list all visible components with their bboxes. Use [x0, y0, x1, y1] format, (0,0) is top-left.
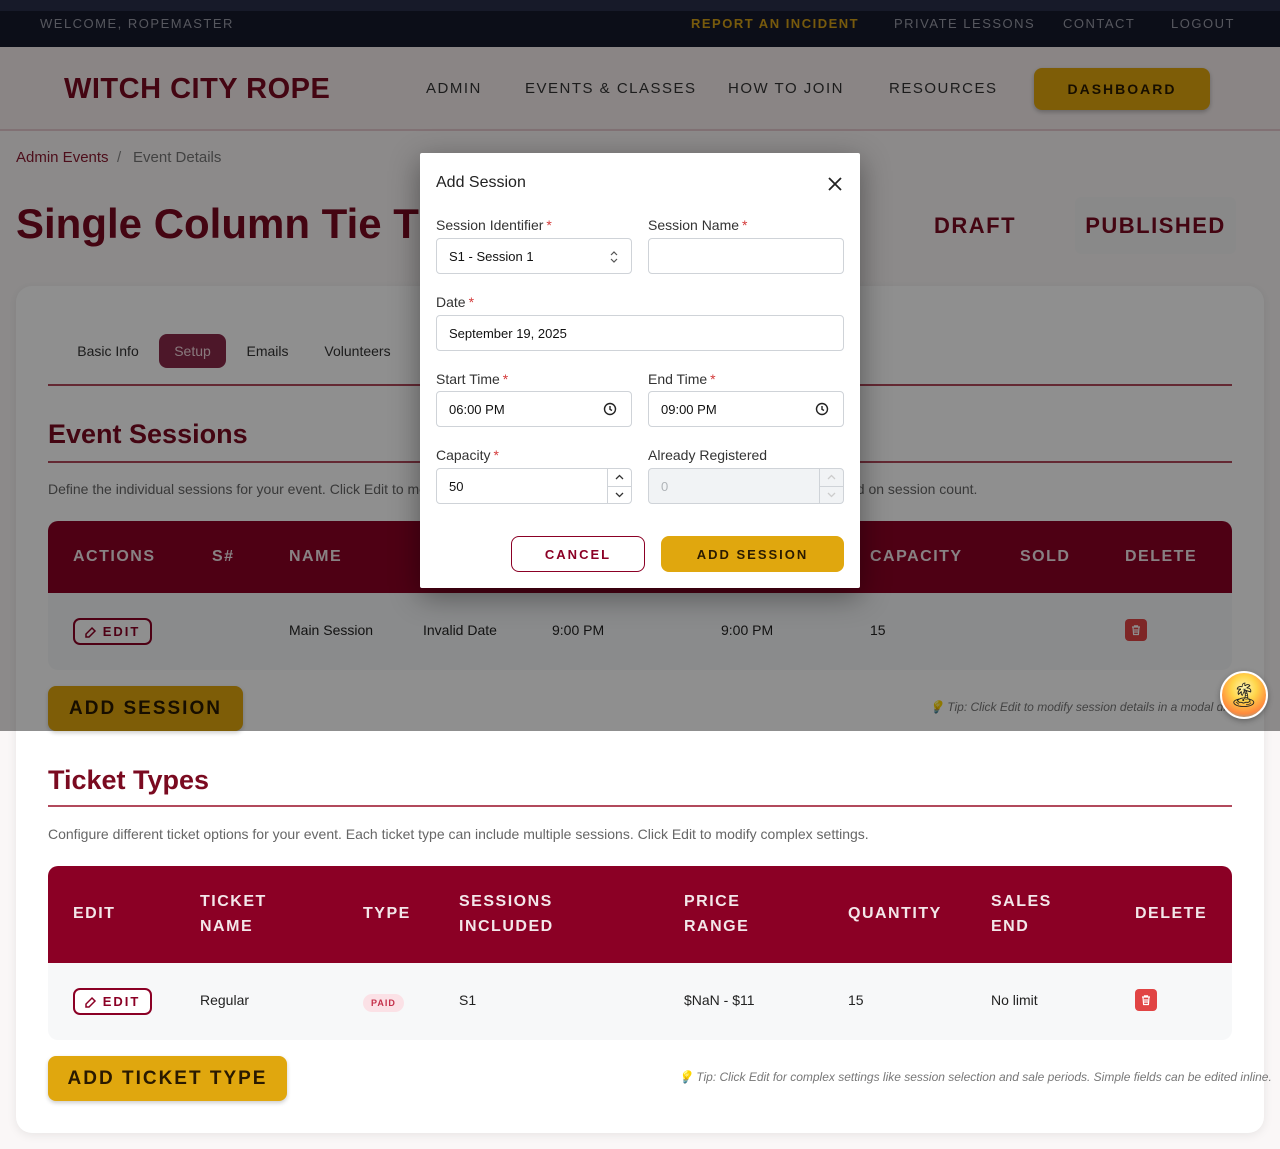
- increment-icon: [820, 469, 843, 486]
- island-avatar-icon[interactable]: 🏝: [1220, 671, 1268, 719]
- decrement-icon: [820, 485, 843, 504]
- col-edit: EDIT: [73, 905, 116, 922]
- clock-icon[interactable]: [603, 402, 617, 416]
- already-registered-spinner: [819, 469, 843, 503]
- end-time-label: End Time *: [648, 371, 716, 387]
- edit-ticket-button[interactable]: EDIT: [73, 988, 152, 1015]
- ticket-sales-end: No limit: [991, 992, 1038, 1008]
- tickets-table-header: EDIT TICKET NAME TYPE SESSIONS INCLUDED …: [48, 866, 1232, 963]
- start-time-input[interactable]: 06:00 PM: [436, 391, 632, 427]
- delete-ticket-button[interactable]: [1135, 989, 1157, 1011]
- ticket-quantity: 15: [848, 992, 864, 1008]
- session-identifier-value: S1 - Session 1: [449, 248, 534, 264]
- chevron-updown-icon: [610, 251, 618, 263]
- ticket-types-divider: [48, 805, 1232, 807]
- already-registered-label: Already Registered: [648, 447, 768, 463]
- session-identifier-select[interactable]: S1 - Session 1: [436, 238, 632, 274]
- capacity-stepper[interactable]: 50: [436, 468, 632, 504]
- add-session-submit-button[interactable]: ADD SESSION: [661, 536, 844, 572]
- edit-label: EDIT: [102, 994, 141, 1009]
- tickets-tip: 💡 Tip: Click Edit for complex settings l…: [678, 1070, 1272, 1084]
- date-input[interactable]: September 19, 2025: [436, 315, 844, 351]
- col-sales-end-2: END: [991, 918, 1030, 935]
- close-modal-button[interactable]: [824, 173, 846, 195]
- trash-icon: [1142, 995, 1150, 1006]
- table-row: EDIT Regular PAID S1 $NaN - $11 15 No li…: [48, 963, 1232, 1040]
- col-ticket-name-1: TICKET: [200, 893, 267, 910]
- increment-icon[interactable]: [608, 469, 631, 486]
- cancel-button[interactable]: CANCEL: [511, 536, 645, 572]
- clock-icon[interactable]: [815, 402, 829, 416]
- ticket-types-description: Configure different ticket options for y…: [48, 826, 869, 842]
- col-type: TYPE: [363, 905, 411, 922]
- session-identifier-label: Session Identifier *: [436, 217, 552, 233]
- col-quantity: QUANTITY: [848, 905, 942, 922]
- ticket-type-badge: PAID: [363, 994, 404, 1012]
- capacity-spinner[interactable]: [607, 469, 631, 503]
- add-session-modal: Add Session Session Identifier * S1 - Ses…: [420, 153, 860, 588]
- ticket-name: Regular: [200, 992, 250, 1008]
- already-registered-value: 0: [661, 478, 669, 494]
- ticket-types-title: Ticket Types: [48, 765, 210, 795]
- decrement-icon[interactable]: [608, 485, 631, 504]
- col-sessions-1: SESSIONS: [459, 893, 553, 910]
- capacity-label: Capacity *: [436, 447, 499, 463]
- add-ticket-type-button[interactable]: ADD TICKET TYPE: [48, 1056, 287, 1101]
- edit-icon: [84, 996, 96, 1008]
- session-name-input[interactable]: [648, 238, 844, 274]
- close-icon: [828, 177, 842, 191]
- session-name-label: Session Name *: [648, 217, 748, 233]
- col-delete-ticket: DELETE: [1135, 905, 1208, 922]
- start-time-value: 06:00 PM: [449, 401, 505, 417]
- end-time-value: 09:00 PM: [661, 401, 717, 417]
- col-ticket-name-2: NAME: [200, 918, 254, 935]
- date-value: September 19, 2025: [449, 325, 567, 341]
- capacity-value: 50: [449, 478, 464, 494]
- date-label: Date *: [436, 294, 475, 310]
- col-sessions-2: INCLUDED: [459, 918, 554, 935]
- ticket-price-range: $NaN - $11: [684, 992, 755, 1008]
- already-registered-field: 0: [648, 468, 844, 504]
- col-price-2: RANGE: [684, 918, 750, 935]
- col-price-1: PRICE: [684, 893, 741, 910]
- ticket-sessions: S1: [459, 992, 477, 1008]
- end-time-input[interactable]: 09:00 PM: [648, 391, 844, 427]
- modal-title: Add Session: [436, 174, 526, 191]
- start-time-label: Start Time *: [436, 371, 509, 387]
- col-sales-end-1: SALES: [991, 893, 1052, 910]
